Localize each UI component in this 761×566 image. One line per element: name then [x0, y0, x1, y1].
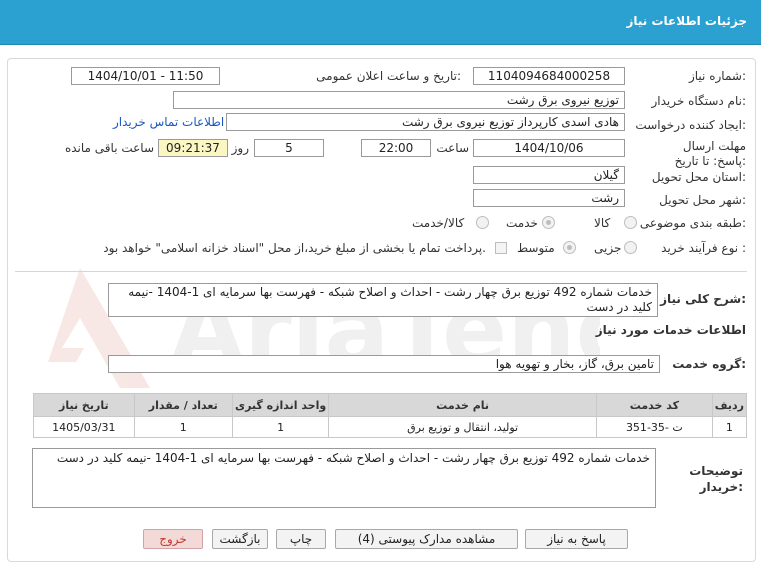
buyer-org-label: نام دستگاه خریدار:: [651, 94, 747, 108]
col-quantity: تعداد / مقدار: [133, 393, 233, 417]
treasury-payment-note: پرداخت تمام یا بخشی از مبلغ خرید،از محل …: [103, 241, 486, 255]
buyer-contact-link[interactable]: اطلاعات تماس خریدار: [113, 115, 224, 129]
category-goods-radio[interactable]: [624, 216, 637, 229]
divider: [15, 271, 747, 272]
category-label: طبقه بندی موضوعی:: [639, 216, 746, 230]
summary-field: خدمات شماره 492 توزیع برق چهار رشت - احد…: [108, 283, 658, 317]
page-header: جزئیات اطلاعات نیاز: [0, 0, 761, 45]
purchase-small-radio[interactable]: [624, 241, 637, 254]
cell-quantity: 1: [133, 416, 233, 438]
requester-label: ایجاد کننده درخواست:: [635, 118, 746, 132]
city-label: شهر محل تحویل:: [659, 193, 746, 207]
buyer-org-field: توزیع نیروی برق رشت: [173, 91, 625, 109]
purchase-type-label: نوع فرآیند خرید :: [661, 241, 746, 255]
services-section-title: اطلاعات خدمات مورد نیاز: [595, 323, 746, 337]
deadline-time-label: ساعت: [436, 141, 469, 155]
province-field: گیلان: [473, 166, 625, 184]
col-service-code: کد خدمت: [595, 393, 713, 417]
attachments-button[interactable]: مشاهده مدارک پیوستی (4): [335, 529, 518, 549]
col-unit: واحد اندازه گیری: [231, 393, 330, 417]
province-label: استان محل تحویل:: [651, 170, 746, 184]
table-row: 1 ت -35-351 تولید، انتقال و توزیع برق 1 …: [33, 416, 748, 438]
deadline-date-field: 1404/10/06: [473, 139, 625, 157]
print-button[interactable]: چاپ: [276, 529, 326, 549]
deadline-time-field: 22:00: [361, 139, 431, 157]
need-number-label: شماره نیاز:: [688, 69, 746, 83]
remaining-time-field: 09:21:37: [158, 139, 228, 157]
announce-datetime-field: 1404/10/01 - 11:50: [71, 67, 220, 85]
cell-row: 1: [711, 416, 748, 438]
cell-unit: 1: [231, 416, 330, 438]
col-service-name: نام خدمت: [328, 393, 597, 417]
category-goods-label: کالا: [594, 216, 611, 230]
need-number-field: 1104094684000258: [473, 67, 625, 85]
reply-button[interactable]: پاسخ به نیاز: [525, 529, 628, 549]
service-group-label: گروه خدمت:: [672, 357, 746, 371]
services-table: ردیف کد خدمت نام خدمت واحد اندازه گیری ت…: [33, 393, 748, 438]
city-field: رشت: [473, 189, 625, 207]
treasury-payment-checkbox[interactable]: [495, 242, 507, 254]
remaining-label: ساعت باقی مانده: [64, 141, 154, 155]
buyer-notes-label: توضیحات خریدار:: [689, 464, 743, 494]
summary-label: شرح کلی نیاز:: [660, 292, 746, 306]
cell-service-name: تولید، انتقال و توزیع برق: [328, 416, 597, 438]
back-button[interactable]: بازگشت: [212, 529, 268, 549]
purchase-medium-radio[interactable]: [563, 241, 576, 254]
purchase-medium-label: متوسط: [517, 241, 555, 255]
cell-need-date: 1405/03/31: [33, 416, 135, 438]
buyer-notes-field: خدمات شماره 492 توزیع برق چهار رشت - احد…: [32, 448, 656, 508]
category-service-label: خدمت: [506, 216, 538, 230]
requester-field: هادی اسدی کارپرداز توزیع نیروی برق رشت: [226, 113, 625, 131]
announce-label: تاریخ و ساعت اعلان عمومی:: [316, 69, 461, 83]
cell-service-code: ت -35-351: [595, 416, 713, 438]
deadline-label: مهلت ارسال پاسخ: تا تاریخ:: [674, 139, 746, 168]
service-group-field: تامین برق، گاز، بخار و تهویه هوا: [108, 355, 660, 373]
days-remaining-field: 5: [254, 139, 324, 157]
category-service-radio[interactable]: [542, 216, 555, 229]
col-row: ردیف: [711, 393, 748, 417]
page-title: جزئیات اطلاعات نیاز: [626, 14, 747, 28]
category-goods-service-label: کالا/خدمت: [412, 216, 465, 230]
purchase-small-label: جزیی: [594, 241, 622, 255]
exit-button[interactable]: خروج: [143, 529, 203, 549]
col-need-date: تاریخ نیاز: [33, 393, 135, 417]
category-goods-service-radio[interactable]: [476, 216, 489, 229]
